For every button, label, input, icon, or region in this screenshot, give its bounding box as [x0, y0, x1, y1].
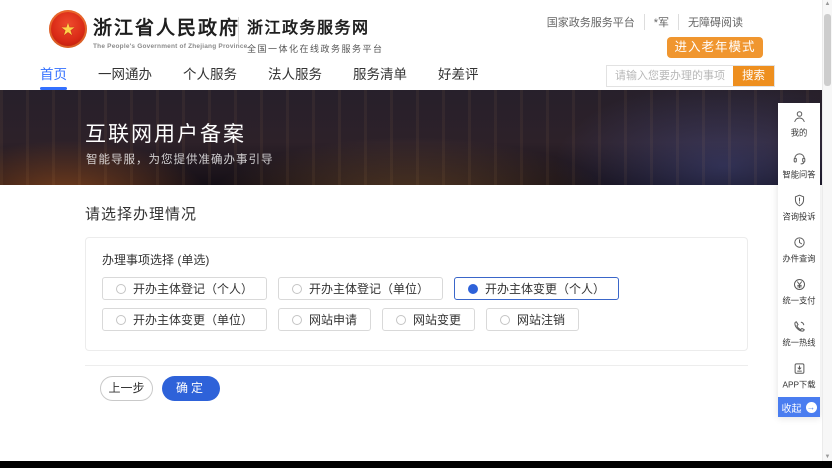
- collapse-arrow-icon: →: [806, 402, 817, 413]
- radio-icon: [500, 315, 510, 325]
- radio-icon: [116, 315, 126, 325]
- sidebar-item-smart-qa[interactable]: 智能问答: [778, 145, 820, 187]
- scroll-up-arrow-icon[interactable]: ▲: [823, 1, 832, 7]
- history-clock-icon: [792, 235, 807, 250]
- option-label: 网站变更: [413, 311, 461, 328]
- radio-icon: [292, 284, 302, 294]
- option-label: 开办主体变更（个人）: [485, 280, 605, 297]
- option-group: 开办主体登记（个人） 开办主体登记（单位） 开办主体变更（个人） 开办主体变更（…: [102, 277, 733, 331]
- emblem-star-icon: ★: [60, 21, 75, 38]
- sidebar-item-mine[interactable]: 我的: [778, 103, 820, 145]
- option-change-personal[interactable]: 开办主体变更（个人）: [454, 277, 619, 300]
- sidebar-item-label: 办件查询: [782, 253, 815, 265]
- shield-alert-icon: [792, 193, 807, 208]
- hero-subtitle: 智能导服，为您提供准确办事引导: [86, 151, 274, 167]
- option-website-change[interactable]: 网站变更: [382, 308, 475, 331]
- nav-item-personal[interactable]: 个人服务: [183, 61, 237, 89]
- search-box: 搜索: [606, 65, 775, 87]
- quick-sidebar: 我的 智能问答 咨询投诉 办件查询 统一支付 统一热线 APP下载 收起 →: [778, 103, 820, 417]
- gov-subtitle: The People's Government of Zhejiang Prov…: [93, 43, 247, 50]
- sidebar-item-label: 智能问答: [782, 169, 815, 181]
- option-label: 网站注销: [517, 311, 565, 328]
- nav-item-home[interactable]: 首页: [40, 61, 67, 89]
- nav-item-legal-person[interactable]: 法人服务: [268, 61, 322, 89]
- option-register-unit[interactable]: 开办主体登记（单位）: [278, 277, 443, 300]
- option-card: 办理事项选择 (单选) 开办主体登记（个人） 开办主体登记（单位） 开办主体变更…: [85, 237, 748, 351]
- sidebar-item-unified-pay[interactable]: 统一支付: [778, 271, 820, 313]
- nav-item-service-list[interactable]: 服务清单: [353, 61, 407, 89]
- logo-divider: [238, 17, 239, 44]
- scrollbar-thumb[interactable]: [824, 14, 831, 86]
- link-username[interactable]: *军: [644, 14, 678, 30]
- hero-title: 互联网用户备案: [85, 118, 246, 148]
- sidebar-collapse-button[interactable]: 收起 →: [778, 397, 820, 417]
- sidebar-item-app-download[interactable]: APP下载: [778, 355, 820, 397]
- radio-icon: [116, 284, 126, 294]
- portal-subtitle: 全国一体化在线政务服务平台: [247, 42, 384, 55]
- sidebar-item-label: 咨询投诉: [782, 211, 815, 223]
- radio-icon: [396, 315, 406, 325]
- sidebar-item-case-query[interactable]: 办件查询: [778, 229, 820, 271]
- sidebar-item-label: 我的: [791, 127, 808, 139]
- collapse-label: 收起: [782, 400, 802, 415]
- section-title: 请选择办理情况: [85, 203, 197, 224]
- sidebar-item-label: 统一热线: [782, 337, 815, 349]
- sidebar-item-label: 统一支付: [782, 295, 815, 307]
- search-button[interactable]: 搜索: [733, 66, 774, 86]
- search-input[interactable]: [607, 66, 733, 86]
- page: ★ 浙江省人民政府 The People's Government of Zhe…: [0, 0, 832, 468]
- back-button[interactable]: 上一步: [100, 376, 153, 401]
- bottom-black-bar: [0, 461, 832, 468]
- option-website-apply[interactable]: 网站申请: [278, 308, 371, 331]
- headset-chat-icon: [792, 151, 807, 166]
- option-group-label: 办理事项选择 (单选): [102, 251, 747, 268]
- portal-logo-block: 浙江政务服务网 全国一体化在线政务服务平台: [247, 14, 384, 55]
- option-register-personal[interactable]: 开办主体登记（个人）: [102, 277, 267, 300]
- sidebar-item-unified-hotline[interactable]: 统一热线: [778, 313, 820, 355]
- confirm-button[interactable]: 确定: [162, 376, 220, 401]
- header-top-links: 国家政务服务平台 *军 无障碍阅读: [538, 14, 752, 30]
- radio-selected-icon: [468, 284, 478, 294]
- option-label: 开办主体变更（单位）: [133, 311, 253, 328]
- radio-icon: [292, 315, 302, 325]
- yuan-circle-icon: [792, 277, 807, 292]
- header: ★ 浙江省人民政府 The People's Government of Zhe…: [0, 0, 822, 60]
- content-divider: [85, 365, 748, 366]
- link-accessibility[interactable]: 无障碍阅读: [678, 14, 752, 30]
- national-emblem-logo: ★: [49, 10, 87, 48]
- portal-title: 浙江政务服务网: [247, 14, 384, 38]
- user-icon: [792, 109, 807, 124]
- gov-title: 浙江省人民政府: [93, 13, 247, 40]
- elder-mode-button[interactable]: 进入老年模式: [667, 37, 763, 58]
- scroll-down-arrow-icon[interactable]: ▼: [823, 454, 832, 460]
- option-label: 网站申请: [309, 311, 357, 328]
- nav-item-one-network[interactable]: 一网通办: [98, 61, 152, 89]
- sidebar-item-label: APP下载: [782, 379, 815, 391]
- option-change-unit[interactable]: 开办主体变更（单位）: [102, 308, 267, 331]
- app-download-icon: [792, 361, 807, 376]
- option-label: 开办主体登记（单位）: [309, 280, 429, 297]
- hero-banner: 互联网用户备案 智能导服，为您提供准确办事引导: [0, 90, 822, 185]
- option-website-cancel[interactable]: 网站注销: [486, 308, 579, 331]
- phone-icon: [792, 319, 807, 334]
- gov-logo-block: 浙江省人民政府 The People's Government of Zheji…: [93, 13, 247, 50]
- sidebar-item-consult-complaint[interactable]: 咨询投诉: [778, 187, 820, 229]
- link-national-platform[interactable]: 国家政务服务平台: [538, 14, 644, 30]
- page-scrollbar[interactable]: ▲ ▼: [822, 0, 832, 461]
- nav-item-review[interactable]: 好差评: [438, 61, 479, 89]
- option-label: 开办主体登记（个人）: [133, 280, 253, 297]
